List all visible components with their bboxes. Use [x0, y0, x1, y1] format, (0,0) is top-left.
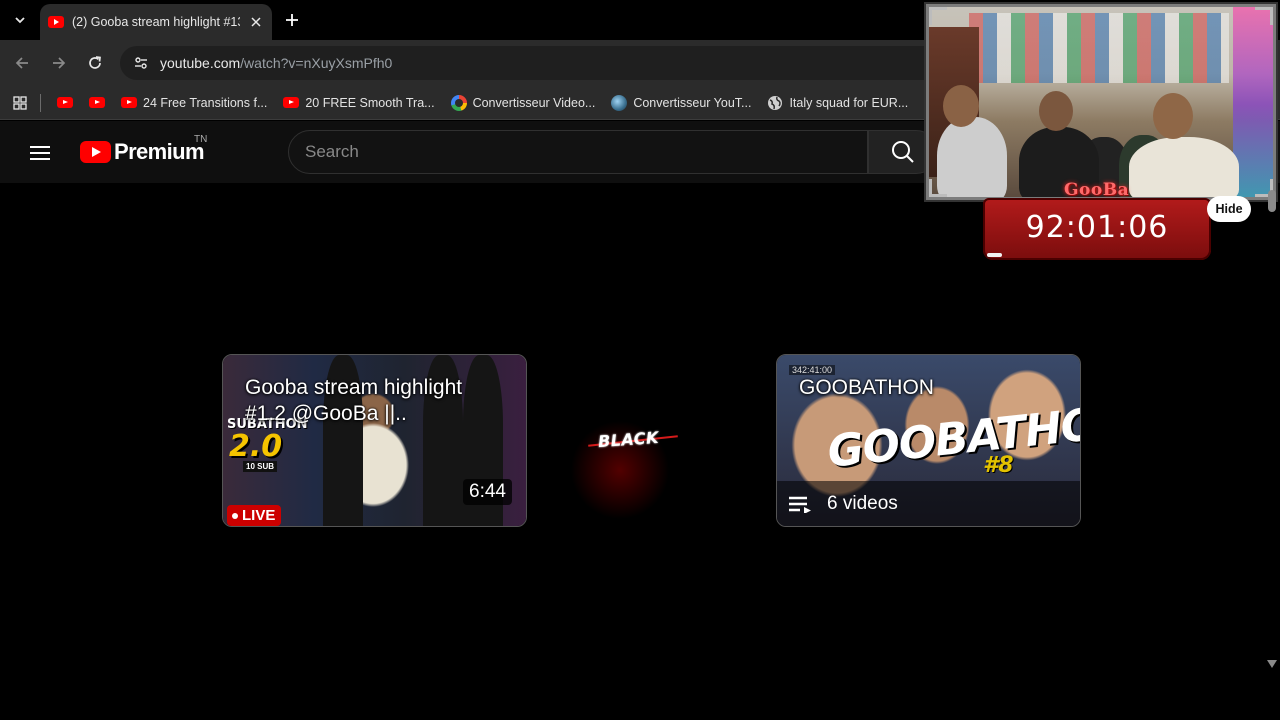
- search-input[interactable]: [305, 142, 867, 162]
- bookmark-item[interactable]: [51, 90, 79, 116]
- search-icon: [892, 141, 914, 163]
- frame-corner: [929, 179, 947, 197]
- youtube-logo-icon: [80, 141, 111, 163]
- browser-tab-active[interactable]: (2) Gooba stream highlight #13: [40, 4, 272, 40]
- apps-button[interactable]: [10, 93, 30, 113]
- google-icon: [450, 94, 467, 111]
- person-head: [943, 85, 979, 127]
- back-button[interactable]: [8, 49, 36, 77]
- youtube-icon: [89, 97, 105, 108]
- timer-progress-bar: [987, 253, 1002, 257]
- url-text: youtube.com/watch?v=nXuyXsmPfh0: [160, 55, 392, 71]
- brand-glow: [560, 400, 700, 520]
- close-tab-button[interactable]: [248, 14, 264, 30]
- youtube-icon: [283, 97, 300, 108]
- forward-button[interactable]: [45, 49, 73, 77]
- bookmark-item[interactable]: 20 FREE Smooth Tra...: [277, 90, 440, 116]
- hide-button[interactable]: Hide: [1207, 196, 1251, 222]
- arrow-left-icon: [15, 57, 28, 69]
- bookmark-item[interactable]: Convertisseur Video...: [445, 90, 602, 116]
- scrollbar-thumb[interactable]: [1268, 190, 1276, 212]
- timer-value: 92:01:06: [1025, 209, 1169, 245]
- neon-light-decoration: [1233, 7, 1273, 197]
- guide-menu-button[interactable]: [24, 137, 56, 169]
- thumbnail-number-text: 2.0: [229, 429, 283, 464]
- tune-icon: [135, 57, 147, 69]
- plus-icon: [286, 14, 298, 26]
- site-info-button[interactable]: [130, 52, 152, 74]
- youtube-icon: [121, 97, 137, 108]
- bookmark-item[interactable]: Italy squad for EUR...: [761, 90, 914, 116]
- thumbnail-counter-text: 342:41:00: [789, 365, 836, 375]
- playlist-video-count: 6 videos: [827, 492, 898, 514]
- bookmark-label: Convertisseur Video...: [472, 95, 596, 110]
- bookmark-label: Italy squad for EUR...: [789, 95, 909, 110]
- frame-corner: [1255, 7, 1273, 25]
- swirl-icon: [611, 94, 628, 111]
- url-domain: youtube.com: [160, 55, 241, 71]
- bookmark-item[interactable]: Convertisseur YouT...: [605, 90, 757, 116]
- globe-icon: [768, 95, 783, 110]
- triangle-down-icon: [1267, 660, 1277, 668]
- person-figure: [1129, 137, 1239, 197]
- youtube-icon: [57, 97, 73, 108]
- bookmark-label: Convertisseur YouT...: [633, 95, 752, 110]
- subathon-timer: 92:01:06: [983, 198, 1211, 260]
- live-badge: LIVE: [227, 505, 282, 526]
- url-path: /watch?v=nXuyXsmPfh0: [240, 55, 393, 71]
- close-icon: [251, 17, 261, 27]
- search-box: [288, 130, 868, 174]
- scroll-down-button[interactable]: [1266, 659, 1278, 669]
- flag-wall-decoration: [969, 13, 1229, 83]
- playlist-icon: [789, 496, 811, 513]
- bookmark-item[interactable]: 24 Free Transitions f...: [115, 90, 273, 116]
- gooba-channel-logo: GooBa: [1064, 180, 1130, 200]
- person-head: [1153, 93, 1193, 139]
- video-title: Gooba stream highlight #1.2 @GooBa ||..: [245, 376, 463, 425]
- frame-corner: [929, 7, 947, 25]
- thumbnail-small-text: 10 SUB: [243, 461, 278, 472]
- live-label: LIVE: [242, 507, 276, 524]
- thumbnail-number-text: #8: [983, 453, 1014, 478]
- reload-icon: [89, 56, 101, 69]
- tab-title: (2) Gooba stream highlight #13: [72, 15, 240, 29]
- bookmark-item[interactable]: [83, 90, 111, 116]
- end-screen-video-card[interactable]: SUBATHON 2.0 10 SUB Gooba stream highlig…: [222, 354, 527, 527]
- new-tab-button[interactable]: [280, 8, 304, 32]
- reload-button[interactable]: [81, 49, 109, 77]
- webcam-overlay: [924, 2, 1278, 202]
- tab-search-button[interactable]: [6, 6, 34, 34]
- person-head: [1039, 91, 1073, 131]
- address-bar[interactable]: youtube.com/watch?v=nXuyXsmPfh0: [120, 46, 940, 80]
- hamburger-menu-icon: [30, 146, 50, 160]
- bookmark-label: 20 FREE Smooth Tra...: [305, 95, 435, 110]
- logo-text: Premium: [114, 139, 205, 164]
- video-duration: 6:44: [463, 479, 512, 505]
- region-code: TN: [194, 134, 208, 145]
- apps-grid-icon: [13, 95, 27, 110]
- end-screen-playlist-card[interactable]: 342:41:00 GOOBATHON #8 GOOBATHON 6 video…: [776, 354, 1081, 527]
- youtube-premium-logo[interactable]: Premium TN: [80, 134, 208, 169]
- live-dot-icon: [232, 512, 238, 519]
- bookmarks-separator: [40, 93, 41, 112]
- youtube-favicon-icon: [48, 16, 64, 28]
- chevron-down-icon: [15, 17, 25, 24]
- playlist-info-strip: 6 videos: [777, 481, 1080, 526]
- thumbnail-big-text: GOOBATHON: [825, 395, 1081, 478]
- arrow-right-icon: [53, 57, 66, 69]
- playlist-title: GOOBATHON: [799, 376, 934, 399]
- person-figure: [937, 117, 1007, 197]
- bookmark-label: 24 Free Transitions f...: [143, 95, 268, 110]
